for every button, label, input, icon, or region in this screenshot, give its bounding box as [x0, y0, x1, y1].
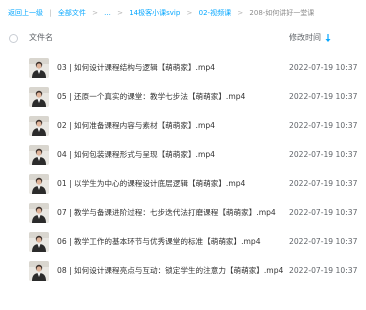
- breadcrumb-current: 208-如何讲好一堂课: [249, 9, 315, 17]
- breadcrumb-arrow: >: [237, 9, 244, 17]
- breadcrumb-arrow: >: [117, 9, 123, 17]
- file-row[interactable]: 02 | 如何准备课程内容与素材【萌萌家】.mp4 2022-07-19 10:3…: [0, 111, 366, 140]
- video-thumbnail[interactable]: [29, 145, 49, 165]
- file-name[interactable]: 05 | 还原一个真实的课堂：教学七步法【萌萌家】.mp4: [57, 82, 245, 111]
- file-modified-time: 2022-07-19 10:37: [289, 237, 358, 246]
- breadcrumb-folder-2[interactable]: 02-视频课: [199, 9, 231, 17]
- breadcrumb: 返回上一级 | 全部文件 > ... > 14极客小课svip > 02-视频课…: [8, 6, 364, 20]
- column-header-modified-time[interactable]: 修改时间: [289, 28, 321, 48]
- file-row[interactable]: 08 | 如何设计课程亮点与互动：锁定学生的注意力【萌萌家】.mp4 2022-0…: [0, 256, 366, 285]
- file-name[interactable]: 03 | 如何设计课程结构与逻辑【萌萌家】.mp4: [57, 53, 215, 82]
- file-modified-time: 2022-07-19 10:37: [289, 63, 358, 72]
- file-modified-time: 2022-07-19 10:37: [289, 150, 358, 159]
- video-thumbnail[interactable]: [29, 116, 49, 136]
- file-modified-time: 2022-07-19 10:37: [289, 179, 358, 188]
- file-row[interactable]: 06 | 教学工作的基本环节与优秀课堂的标准【萌萌家】.mp4 2022-07-1…: [0, 227, 366, 256]
- video-thumbnail[interactable]: [29, 261, 49, 281]
- file-list-header: 文件名 修改时间: [0, 28, 366, 48]
- back-link[interactable]: 返回上一级: [8, 9, 43, 17]
- file-modified-time: 2022-07-19 10:37: [289, 208, 358, 217]
- file-name[interactable]: 08 | 如何设计课程亮点与互动：锁定学生的注意力【萌萌家】.mp4: [57, 256, 283, 285]
- video-thumbnail[interactable]: [29, 87, 49, 107]
- breadcrumb-arrow: >: [186, 9, 193, 17]
- file-name[interactable]: 06 | 教学工作的基本环节与优秀课堂的标准【萌萌家】.mp4: [57, 227, 261, 256]
- file-modified-time: 2022-07-19 10:37: [289, 92, 358, 101]
- column-header-filename[interactable]: 文件名: [29, 28, 53, 48]
- sort-descending-icon[interactable]: [324, 28, 332, 48]
- file-row[interactable]: 01 | 以学生为中心的课程设计底层逻辑【萌萌家】.mp4 2022-07-19 …: [0, 169, 366, 198]
- file-modified-time: 2022-07-19 10:37: [289, 121, 358, 130]
- file-row[interactable]: 03 | 如何设计课程结构与逻辑【萌萌家】.mp4 2022-07-19 10:3…: [0, 53, 366, 82]
- file-name[interactable]: 02 | 如何准备课程内容与素材【萌萌家】.mp4: [57, 111, 215, 140]
- video-thumbnail[interactable]: [29, 203, 49, 223]
- file-row[interactable]: 07 | 教学与备课进阶过程：七步迭代法打磨课程【萌萌家】.mp4 2022-07…: [0, 198, 366, 227]
- video-thumbnail[interactable]: [29, 58, 49, 78]
- file-row[interactable]: 04 | 如何包装课程形式与呈现【萌萌家】.mp4 2022-07-19 10:3…: [0, 140, 366, 169]
- file-name[interactable]: 04 | 如何包装课程形式与呈现【萌萌家】.mp4: [57, 140, 215, 169]
- breadcrumb-folder-1[interactable]: 14极客小课svip: [129, 9, 180, 17]
- select-all-checkbox[interactable]: [9, 34, 18, 43]
- breadcrumb-ellipsis[interactable]: ...: [104, 9, 111, 17]
- file-row[interactable]: 05 | 还原一个真实的课堂：教学七步法【萌萌家】.mp4 2022-07-19 …: [0, 82, 366, 111]
- file-name[interactable]: 07 | 教学与备课进阶过程：七步迭代法打磨课程【萌萌家】.mp4: [57, 198, 276, 227]
- video-thumbnail[interactable]: [29, 232, 49, 252]
- file-name[interactable]: 01 | 以学生为中心的课程设计底层逻辑【萌萌家】.mp4: [57, 169, 245, 198]
- video-thumbnail[interactable]: [29, 174, 49, 194]
- breadcrumb-arrow: >: [92, 9, 98, 17]
- breadcrumb-all-files[interactable]: 全部文件: [58, 9, 86, 17]
- file-modified-time: 2022-07-19 10:37: [289, 266, 358, 275]
- breadcrumb-separator: |: [49, 9, 52, 17]
